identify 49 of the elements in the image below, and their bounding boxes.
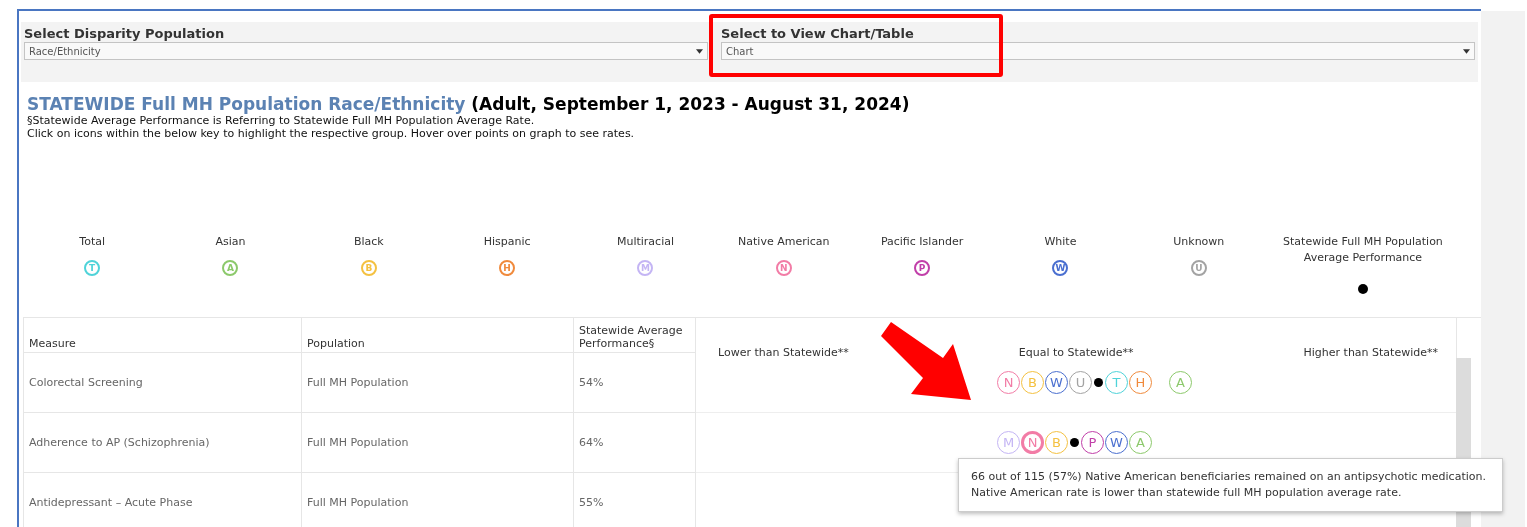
table-cell: Adherence to AP (Schizophrenia) [23,413,302,473]
legend-marker[interactable]: N [775,260,792,276]
legend-label: Statewide Full MH Population Average Performance [1282,234,1444,266]
table-cell: 55% [574,473,696,527]
chart-header: Lower than Statewide** [718,346,849,359]
legend-label: Pacific Islander [880,234,964,250]
column-header: Statewide Average Performance§ [574,318,696,353]
table-cell: Full MH Population [302,413,574,473]
table-cell: Full MH Population [302,473,574,527]
legend-label: Total [79,234,105,250]
column-header: Measure [23,318,302,353]
legend-label: Black [353,234,384,250]
legend-marker[interactable]: U [1190,260,1207,276]
note-text: Click on icons within the below key to highlight the respective group. Hover over points on graph to see rates. [27,127,636,140]
dropdown[interactable]: Chart [721,42,1475,60]
legend-label: Native American [738,234,830,250]
table-cell: 64% [574,413,696,473]
average-dot [1070,438,1079,447]
legend-label: Asian [215,234,246,250]
legend-marker[interactable]: B [360,260,377,276]
caret-icon [1463,48,1470,54]
column-header: Population [302,318,574,353]
legend-label: Multiracial [616,234,674,250]
legend-label: White [1044,234,1077,250]
page-title: STATEWIDE Full MH Population Race/Ethnicity (Adult, September 1, 2023 - August 31, 2024) [27,94,911,114]
filter-label: Select to View Chart/Table [721,26,915,41]
filter-label: Select Disparity Population [24,26,226,41]
table-cell: Antidepressant – Acute Phase [23,473,302,527]
note-text: §Statewide Average Performance is Referring to Statewide Full MH Population Average Rate. [27,114,536,127]
average-dot [1094,378,1103,387]
legend-marker[interactable]: P [914,260,931,276]
caret-icon [696,48,703,54]
tooltip-text: Native American rate is lower than statewide full MH population average rate. [971,485,1403,501]
legend-label: Unknown [1173,234,1225,250]
table-cell: 54% [574,353,696,413]
chart-header: Higher than Statewide** [1303,346,1438,359]
legend-label: Hispanic [483,234,531,250]
legend-marker[interactable]: H [499,260,516,276]
average-dot [1357,284,1368,294]
table-cell: Colorectal Screening [23,353,302,413]
chart-header: Equal to Statewide** [1018,346,1134,359]
table-cell: Full MH Population [302,353,574,413]
legend-marker[interactable]: A [222,260,239,276]
legend-marker[interactable]: T [84,260,101,276]
legend-marker[interactable]: W [1052,260,1069,276]
dropdown[interactable]: Race/Ethnicity [24,42,708,60]
legend-marker[interactable]: M [637,260,654,276]
data-point[interactable]: N [1021,431,1044,454]
tooltip-text: 66 out of 115 (57%) Native American beneficiaries remained on an antipsychotic medication. [971,469,1487,485]
